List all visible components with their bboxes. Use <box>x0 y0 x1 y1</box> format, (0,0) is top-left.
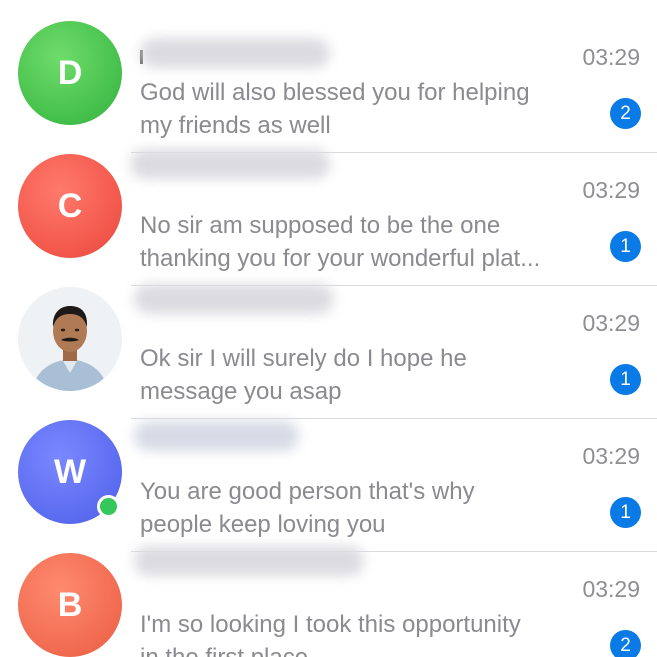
contact-name-redacted <box>130 149 330 179</box>
message-time: 03:29 <box>582 310 640 336</box>
message-preview-line: people keep loving you <box>140 511 386 538</box>
message-time: 03:29 <box>582 576 640 602</box>
chat-row-d[interactable]: D 03:29 God will also blessed you for he… <box>0 20 657 153</box>
unread-count-badge: 1 <box>610 364 641 395</box>
online-status-icon <box>97 495 120 518</box>
avatar[interactable] <box>18 287 122 391</box>
avatar-letter: C <box>57 186 83 225</box>
unread-count-badge: 1 <box>610 231 641 262</box>
avatar[interactable]: B <box>18 553 122 657</box>
avatar-letter: B <box>57 585 83 624</box>
message-preview: You are good person that's why people ke… <box>140 475 595 541</box>
message-preview-line: No sir am supposed to be the one <box>140 212 501 239</box>
message-time: 03:29 <box>582 44 640 70</box>
message-preview: Ok sir I will surely do I hope he messag… <box>140 342 595 408</box>
avatar-letter: W <box>53 452 87 491</box>
message-preview: I'm so looking I took this opportunity i… <box>140 608 595 657</box>
message-preview: God will also blessed you for helping my… <box>140 76 595 142</box>
profile-photo-icon <box>18 287 122 391</box>
message-preview: No sir am supposed to be the one thankin… <box>140 209 595 275</box>
avatar-letter: D <box>57 53 83 92</box>
message-preview-line: Ok sir I will surely do I hope he <box>140 345 467 372</box>
chat-row-w[interactable]: W 03:29 You are good person that's why p… <box>0 419 657 552</box>
message-preview-line: I'm so looking I took this opportunity <box>140 611 521 638</box>
unread-count-badge: 2 <box>610 630 641 657</box>
chat-row-b[interactable]: B 03:29 I'm so looking I took this oppor… <box>0 546 657 657</box>
message-preview-line: You are good person that's why <box>140 478 475 505</box>
contact-name-redacted <box>134 546 364 576</box>
avatar[interactable]: D <box>18 21 122 125</box>
chat-row-photo[interactable]: 03:29 Ok sir I will surely do I hope he … <box>0 284 657 419</box>
message-preview-line: message you asap <box>140 378 342 405</box>
unread-count-badge: 2 <box>610 98 641 129</box>
unread-count-badge: 1 <box>610 497 641 528</box>
message-preview-line: my friends as well <box>140 112 331 139</box>
message-time: 03:29 <box>582 443 640 469</box>
message-preview-line: thanking you for your wonderful plat... <box>140 245 541 272</box>
chat-list: D 03:29 God will also blessed you for he… <box>0 0 657 657</box>
message-preview-line: God will also blessed you for helping <box>140 79 530 106</box>
avatar[interactable]: W <box>18 420 122 524</box>
contact-name-redacted <box>134 421 299 451</box>
message-preview-line: in the first place <box>140 641 595 657</box>
contact-name-redacted <box>134 284 334 314</box>
contact-name-redacted <box>140 38 330 68</box>
chat-row-c[interactable]: C 03:29 No sir am supposed to be the one… <box>0 149 657 286</box>
message-time: 03:29 <box>582 177 640 203</box>
avatar[interactable]: C <box>18 154 122 258</box>
